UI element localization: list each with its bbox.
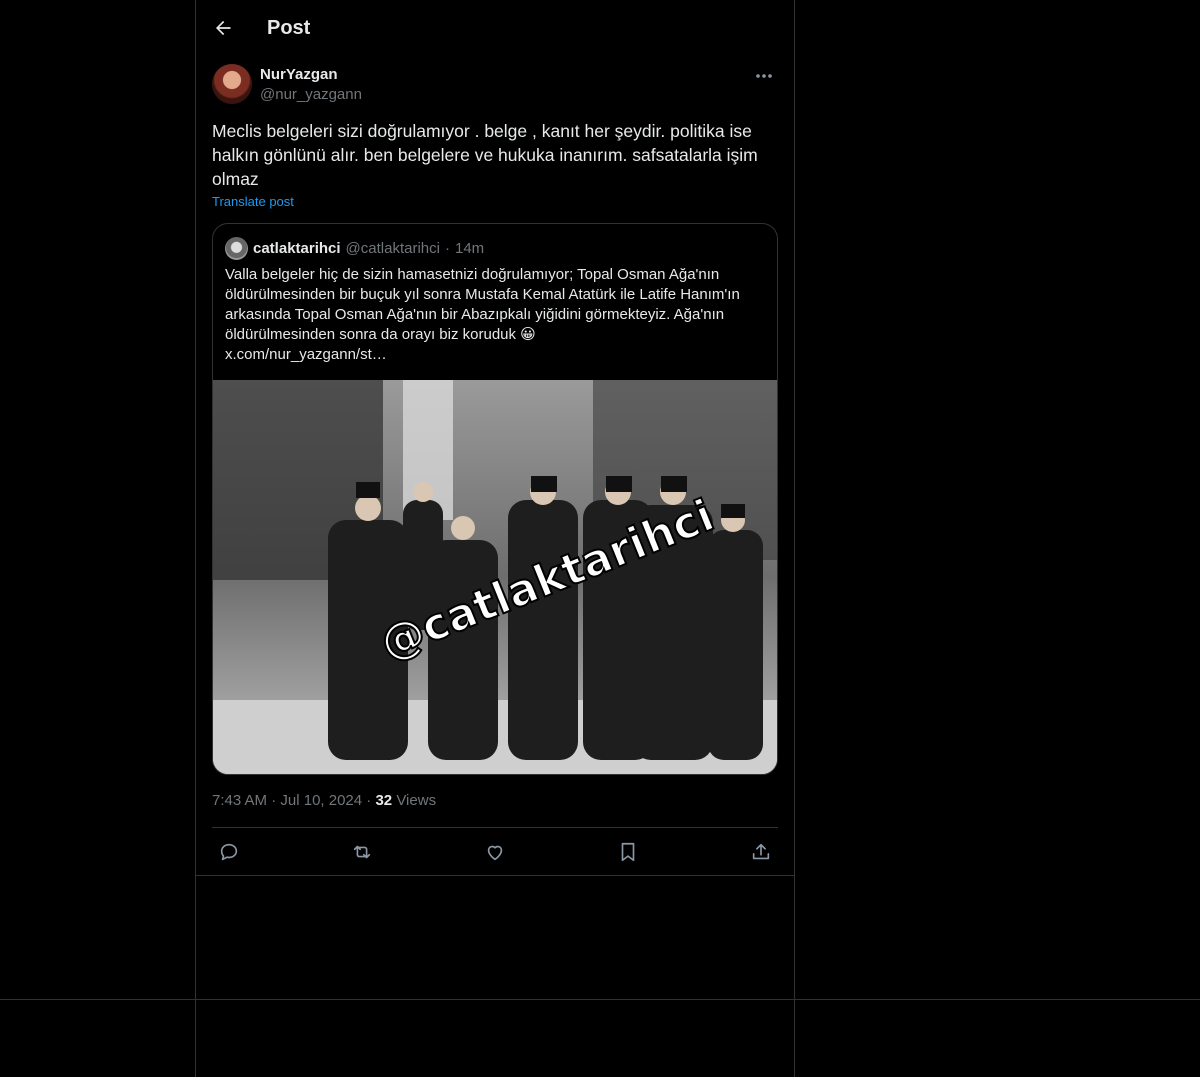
header-bar: Post: [212, 8, 310, 48]
post-author: NurYazgan @nur_yazgann: [212, 64, 362, 105]
translate-link[interactable]: Translate post: [212, 194, 294, 209]
post-text: Meclis belgeleri sizi doğrulamıyor . bel…: [212, 121, 758, 189]
divider: [0, 999, 1200, 1000]
share-icon[interactable]: [744, 838, 778, 866]
views-count: 32: [375, 792, 393, 809]
bookmark-icon[interactable]: [611, 838, 645, 866]
quote-avatar: [225, 237, 248, 260]
quote-header: catlaktarihci @catlaktarihci · 14m: [225, 237, 484, 260]
avatar[interactable]: [212, 64, 252, 104]
post-time[interactable]: 7:43 AM: [212, 792, 267, 809]
heart-icon[interactable]: [478, 838, 512, 866]
quote-separator: ·: [444, 240, 450, 257]
quoted-post[interactable]: catlaktarihci @catlaktarihci · 14m Valla…: [212, 223, 778, 775]
page-title: Post: [267, 16, 311, 39]
more-dots-icon[interactable]: [750, 66, 778, 86]
action-bar: [212, 838, 778, 866]
repost-icon[interactable]: [345, 838, 379, 866]
quote-timestamp: 14m: [454, 240, 485, 257]
quote-text: Valla belgeler hiç de sizin hamasetnizi …: [225, 266, 740, 363]
reply-icon[interactable]: [212, 838, 246, 866]
views-label: Views: [396, 792, 437, 809]
quote-display-name: catlaktarihci: [253, 240, 341, 257]
main-column: Post NurYazgan @nur_yazgann Meclis belge…: [195, 0, 795, 1077]
meta-separator: ·: [271, 792, 277, 809]
post-date[interactable]: Jul 10, 2024: [280, 792, 362, 809]
meta-separator: ·: [366, 792, 372, 809]
display-name[interactable]: NurYazgan: [260, 65, 362, 85]
divider: [212, 827, 778, 828]
divider: [196, 875, 794, 876]
quote-handle: @catlaktarihci: [345, 240, 440, 257]
arrow-left-icon[interactable]: [212, 17, 234, 39]
quote-photo[interactable]: @catlaktarihci: [213, 380, 777, 774]
user-handle[interactable]: @nur_yazgann: [260, 85, 362, 105]
post-meta: 7:43 AM · Jul 10, 2024 · 32 Views: [212, 792, 436, 809]
